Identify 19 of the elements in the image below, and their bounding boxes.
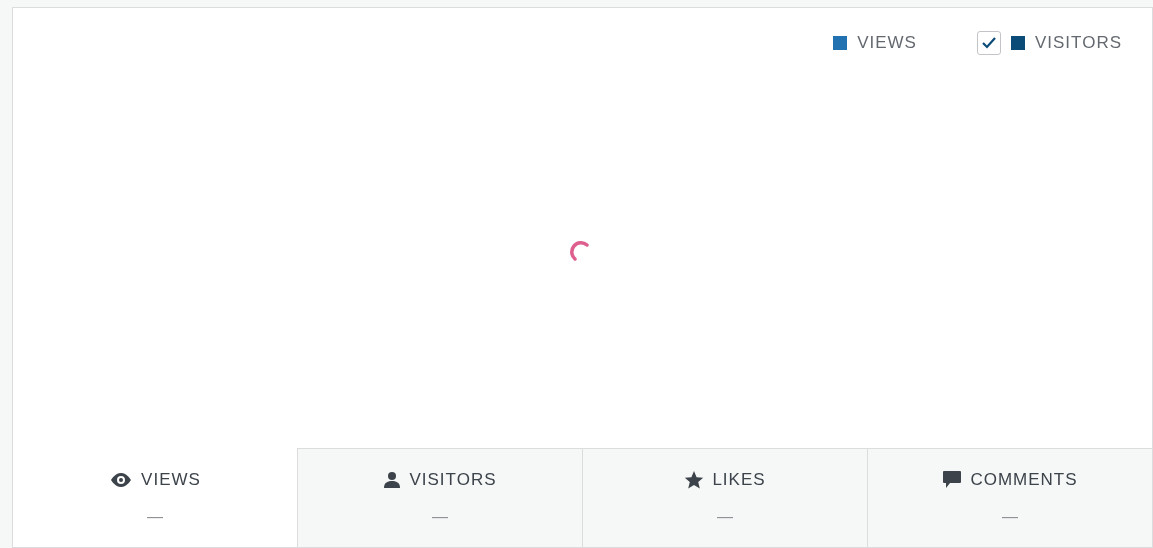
legend-label: VIEWS: [857, 32, 917, 55]
comment-icon: [942, 469, 963, 490]
eye-icon: [109, 471, 134, 488]
tab-label: VIEWS: [141, 469, 201, 491]
star-icon: [684, 469, 705, 490]
stat-value: —: [1002, 506, 1018, 527]
tab-label: COMMENTS: [970, 469, 1078, 491]
stat-value: —: [147, 506, 163, 527]
check-icon: [980, 36, 997, 50]
stat-value: —: [717, 506, 733, 527]
person-icon: [383, 470, 402, 489]
legend-checkbox[interactable]: [976, 31, 1001, 55]
stat-value: —: [432, 506, 448, 527]
stat-tab[interactable]: COMMENTS —: [867, 448, 1152, 547]
tab-label: VISITORS: [409, 469, 497, 491]
tab-label: LIKES: [712, 469, 766, 491]
stat-tab[interactable]: VISITORS —: [297, 448, 582, 547]
stat-tab[interactable]: LIKES —: [582, 448, 867, 547]
legend-label: VISITORS: [1034, 32, 1122, 55]
